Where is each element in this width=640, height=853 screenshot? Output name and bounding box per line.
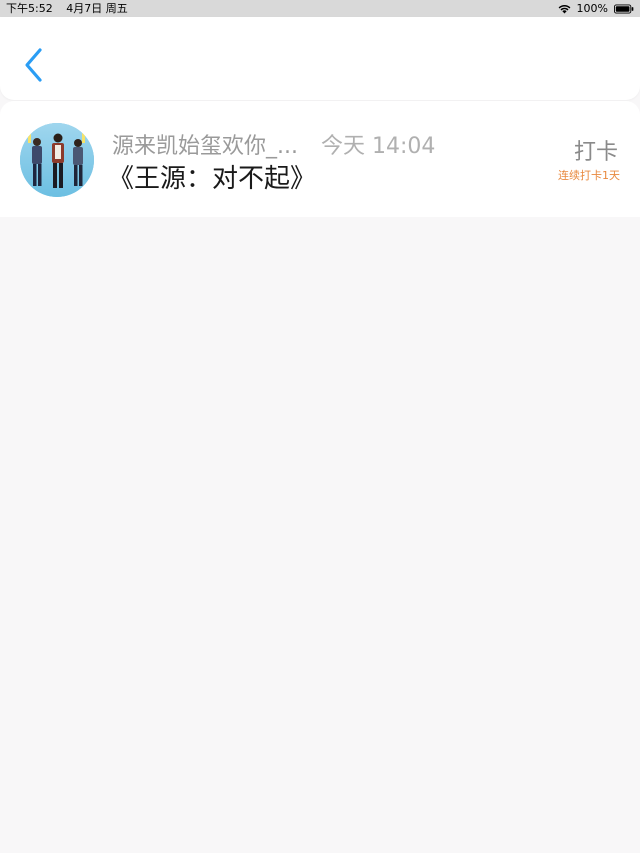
status-time: 下午5:52: [6, 2, 53, 15]
status-bar: 下午5:52 4月7日 周五 100%: [0, 0, 640, 17]
avatar-image: [20, 123, 94, 197]
battery-percent: 100%: [576, 2, 608, 15]
battery-icon: [614, 3, 634, 14]
status-right: 100%: [558, 0, 634, 17]
post-title[interactable]: 《王源：对不起》: [108, 158, 316, 195]
wifi-icon: [558, 4, 570, 14]
status-date: 4月7日 周五: [66, 2, 128, 15]
chevron-left-icon: [25, 48, 42, 82]
avatar[interactable]: [20, 123, 94, 197]
post-time: 今天 14:04: [320, 134, 436, 159]
post-author[interactable]: 源来凯始玺欢你_...: [112, 134, 298, 159]
back-button[interactable]: [18, 45, 50, 85]
post-card[interactable]: 源来凯始玺欢你_... 今天 14:04 《王源：对不起》 打卡 连续打卡1天: [0, 101, 640, 217]
nav-bar: [0, 17, 640, 100]
status-left: 下午5:52 4月7日 周五: [6, 0, 138, 17]
checkin-button[interactable]: 打卡: [574, 134, 618, 166]
streak-label: 连续打卡1天: [558, 169, 620, 182]
post-meta: 源来凯始玺欢你_... 今天 14:04: [112, 128, 435, 160]
